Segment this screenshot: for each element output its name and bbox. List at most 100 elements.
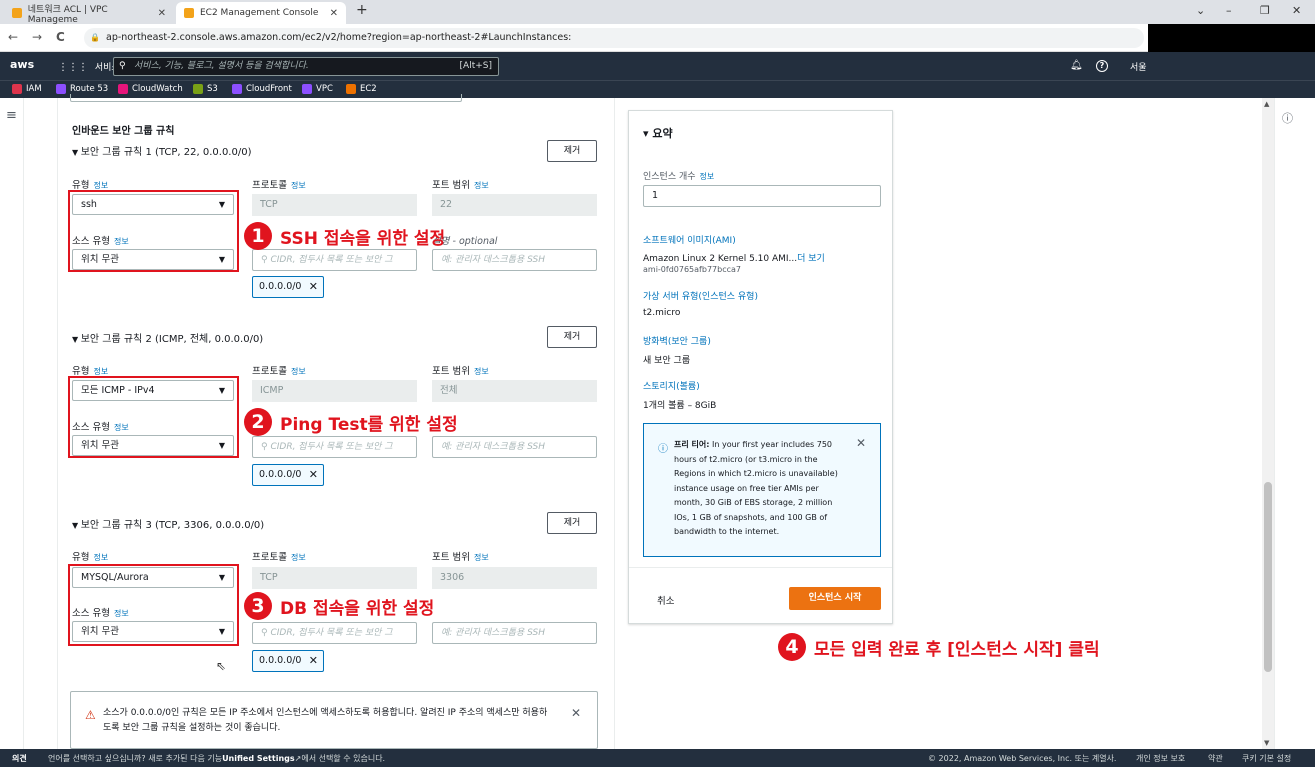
fav-ec2[interactable]: EC2	[346, 84, 377, 94]
page-scrollbar[interactable]: ▲ ▼	[1262, 98, 1274, 749]
scroll-up-icon[interactable]: ▲	[1264, 100, 1269, 108]
instance-type-link[interactable]: 가상 서버 유형(인스턴스 유형)	[643, 289, 758, 302]
cookie-preferences-link[interactable]: 쿠키 기본 설정	[1242, 753, 1291, 764]
free-tier-text: 프리 티어: In your first year includes 750 h…	[674, 440, 838, 536]
info-link[interactable]: 정보	[474, 367, 489, 376]
terms-link[interactable]: 약관	[1208, 753, 1223, 764]
region-selector[interactable]: 서울	[1130, 60, 1147, 73]
browser-tab-vpc[interactable]: 네트워크 ACL | VPC Manageme ✕	[4, 2, 174, 25]
close-free-tier-icon[interactable]: ✕	[856, 436, 866, 450]
info-link[interactable]: 정보	[700, 172, 715, 181]
summary-panel: ▾ 요약 인스턴스 개수 정보 1 소프트웨어 이미지(AMI) Amazon L…	[628, 110, 893, 624]
unified-settings-link[interactable]: Unified Settings	[222, 754, 295, 763]
hamburger-menu-icon[interactable]: ≡	[6, 108, 17, 123]
remove-token-icon[interactable]: ✕	[309, 651, 318, 671]
launch-instance-button[interactable]: 인스턴스 시작	[789, 587, 881, 610]
close-window-button[interactable]: ✕	[1292, 4, 1301, 17]
help-panel-strip	[1274, 98, 1315, 749]
mouse-cursor-icon: ⇖	[216, 659, 227, 673]
minimize-button[interactable]: –	[1226, 4, 1232, 17]
tab-search-icon[interactable]: ⌄	[1196, 4, 1205, 17]
fav-cloudfront[interactable]: CloudFront	[232, 84, 292, 94]
tab-title: 네트워크 ACL | VPC Manageme	[27, 4, 108, 25]
instance-count-label: 인스턴스 개수 정보	[643, 172, 715, 182]
remove-token-icon[interactable]: ✕	[309, 277, 318, 297]
cancel-button[interactable]: 취소	[657, 593, 674, 607]
new-tab-button[interactable]: +	[356, 2, 368, 18]
info-link[interactable]: 정보	[474, 553, 489, 562]
protocol-label: 프로토콜 정보	[252, 552, 306, 563]
service-search-input[interactable]: ⚲ 서비스, 기능, 블로그, 설명서 등을 검색합니다. [Alt+S]	[113, 57, 499, 76]
protocol-label: 프로토콜 정보	[252, 366, 306, 377]
feedback-link[interactable]: 의견	[12, 753, 27, 764]
browser-tab-ec2[interactable]: EC2 Management Console ✕	[176, 2, 346, 24]
back-button[interactable]: ←	[8, 30, 18, 44]
close-tab-icon[interactable]: ✕	[158, 8, 166, 19]
rule-3-source-input[interactable]: ⚲ CIDR, 접두사 목록 또는 보안 그	[252, 622, 417, 644]
annotation-4: 4 모든 입력 완료 후 [인스턴스 시작] 클릭	[778, 633, 1100, 661]
info-link[interactable]: 정보	[474, 181, 489, 190]
route53-icon	[56, 84, 66, 94]
rule-2-source-input[interactable]: ⚲ CIDR, 접두사 목록 또는 보안 그	[252, 436, 417, 458]
rule-2-description-input[interactable]: 예: 관리자 데스크톱용 SSH	[432, 436, 597, 458]
scroll-down-icon[interactable]: ▼	[1264, 739, 1269, 747]
fav-s3[interactable]: S3	[193, 84, 218, 94]
rule-1-description-input[interactable]: 예: 관리자 데스크톱용 SSH	[432, 249, 597, 271]
info-link[interactable]: 정보	[291, 553, 306, 562]
fav-route53[interactable]: Route 53	[56, 84, 108, 94]
rule-3-description-input[interactable]: 예: 관리자 데스크톱용 SSH	[432, 622, 597, 644]
rule-1-source-input[interactable]: ⚲ CIDR, 접두사 목록 또는 보안 그	[252, 249, 417, 271]
remove-token-icon[interactable]: ✕	[309, 465, 318, 485]
rule-3-title[interactable]: ▼ 보안 그룹 규칙 3 (TCP, 3306, 0.0.0.0/0)	[72, 516, 264, 531]
aws-logo[interactable]: aws	[10, 58, 34, 71]
info-link[interactable]: 정보	[291, 367, 306, 376]
instance-count-input[interactable]: 1	[643, 185, 881, 207]
forward-button[interactable]: →	[32, 30, 42, 44]
close-warning-icon[interactable]: ✕	[571, 706, 581, 720]
rule-2-title[interactable]: ▼ 보안 그룹 규칙 2 (ICMP, 전체, 0.0.0.0/0)	[72, 330, 263, 345]
search-placeholder: 서비스, 기능, 블로그, 설명서 등을 검색합니다.	[134, 61, 309, 71]
url-text: ap-northeast-2.console.aws.amazon.com/ec…	[106, 32, 572, 43]
lock-icon: 🔒	[90, 33, 100, 42]
reload-button[interactable]: C	[56, 30, 65, 44]
rule-2-port-field: 전체	[432, 380, 597, 402]
free-tier-info-box: ⓘ 프리 티어: In your first year includes 750…	[643, 423, 881, 557]
fav-label: CloudFront	[246, 84, 292, 94]
fav-vpc[interactable]: VPC	[302, 84, 333, 94]
fav-label: CloudWatch	[132, 84, 183, 94]
rule-3-port-field: 3306	[432, 567, 597, 589]
info-panel-icon[interactable]: ⓘ	[1282, 110, 1293, 126]
maximize-button[interactable]: ❐	[1260, 4, 1270, 17]
privacy-link[interactable]: 개인 정보 보호	[1136, 753, 1185, 764]
help-icon[interactable]: ?	[1096, 60, 1108, 72]
firewall-link[interactable]: 방화벽(보안 그룹)	[643, 334, 711, 347]
rule-1-protocol-field: TCP	[252, 194, 417, 216]
fav-iam[interactable]: IAM	[12, 84, 42, 94]
info-link[interactable]: 정보	[93, 553, 108, 562]
iam-icon	[12, 84, 22, 94]
services-menu-button[interactable]: ⋮⋮⋮ 서비스	[58, 60, 120, 73]
scrollbar-thumb[interactable]	[1264, 482, 1272, 672]
remove-rule-1-button[interactable]: 제거	[547, 140, 597, 162]
rule-1-title[interactable]: ▼ 보안 그룹 규칙 1 (TCP, 22, 0.0.0.0/0)	[72, 143, 251, 158]
url-input[interactable]: 🔒 ap-northeast-2.console.aws.amazon.com/…	[84, 28, 1144, 48]
caret-down-icon: ▼	[72, 148, 81, 157]
inbound-rules-panel: 인바운드 보안 그룹 규칙 ▼ 보안 그룹 규칙 1 (TCP, 22, 0.0…	[57, 94, 615, 749]
remove-rule-2-button[interactable]: 제거	[547, 326, 597, 348]
storage-link[interactable]: 스토리지(볼륨)	[643, 379, 700, 392]
info-link[interactable]: 정보	[93, 181, 108, 190]
ami-more-link[interactable]: 더 보기	[797, 254, 825, 264]
search-shortcut: [Alt+S]	[459, 61, 492, 71]
info-link[interactable]: 정보	[93, 367, 108, 376]
port-label: 포트 범위 정보	[432, 552, 489, 563]
ami-link[interactable]: 소프트웨어 이미지(AMI)	[643, 233, 736, 246]
fav-cloudwatch[interactable]: CloudWatch	[118, 84, 183, 94]
summary-title[interactable]: ▾ 요약	[643, 125, 673, 141]
info-link[interactable]: 정보	[291, 181, 306, 190]
browser-tab-bar: 네트워크 ACL | VPC Manageme ✕ EC2 Management…	[0, 0, 1315, 25]
remove-rule-3-button[interactable]: 제거	[547, 512, 597, 534]
language-notice: 언어를 선택하고 싶으십니까? 새로 추가된 다음 기능Unified Sett…	[48, 754, 386, 763]
notifications-bell-icon[interactable]: 🔔︎	[1070, 60, 1083, 71]
close-tab-icon[interactable]: ✕	[330, 8, 338, 19]
fav-label: EC2	[360, 84, 377, 94]
